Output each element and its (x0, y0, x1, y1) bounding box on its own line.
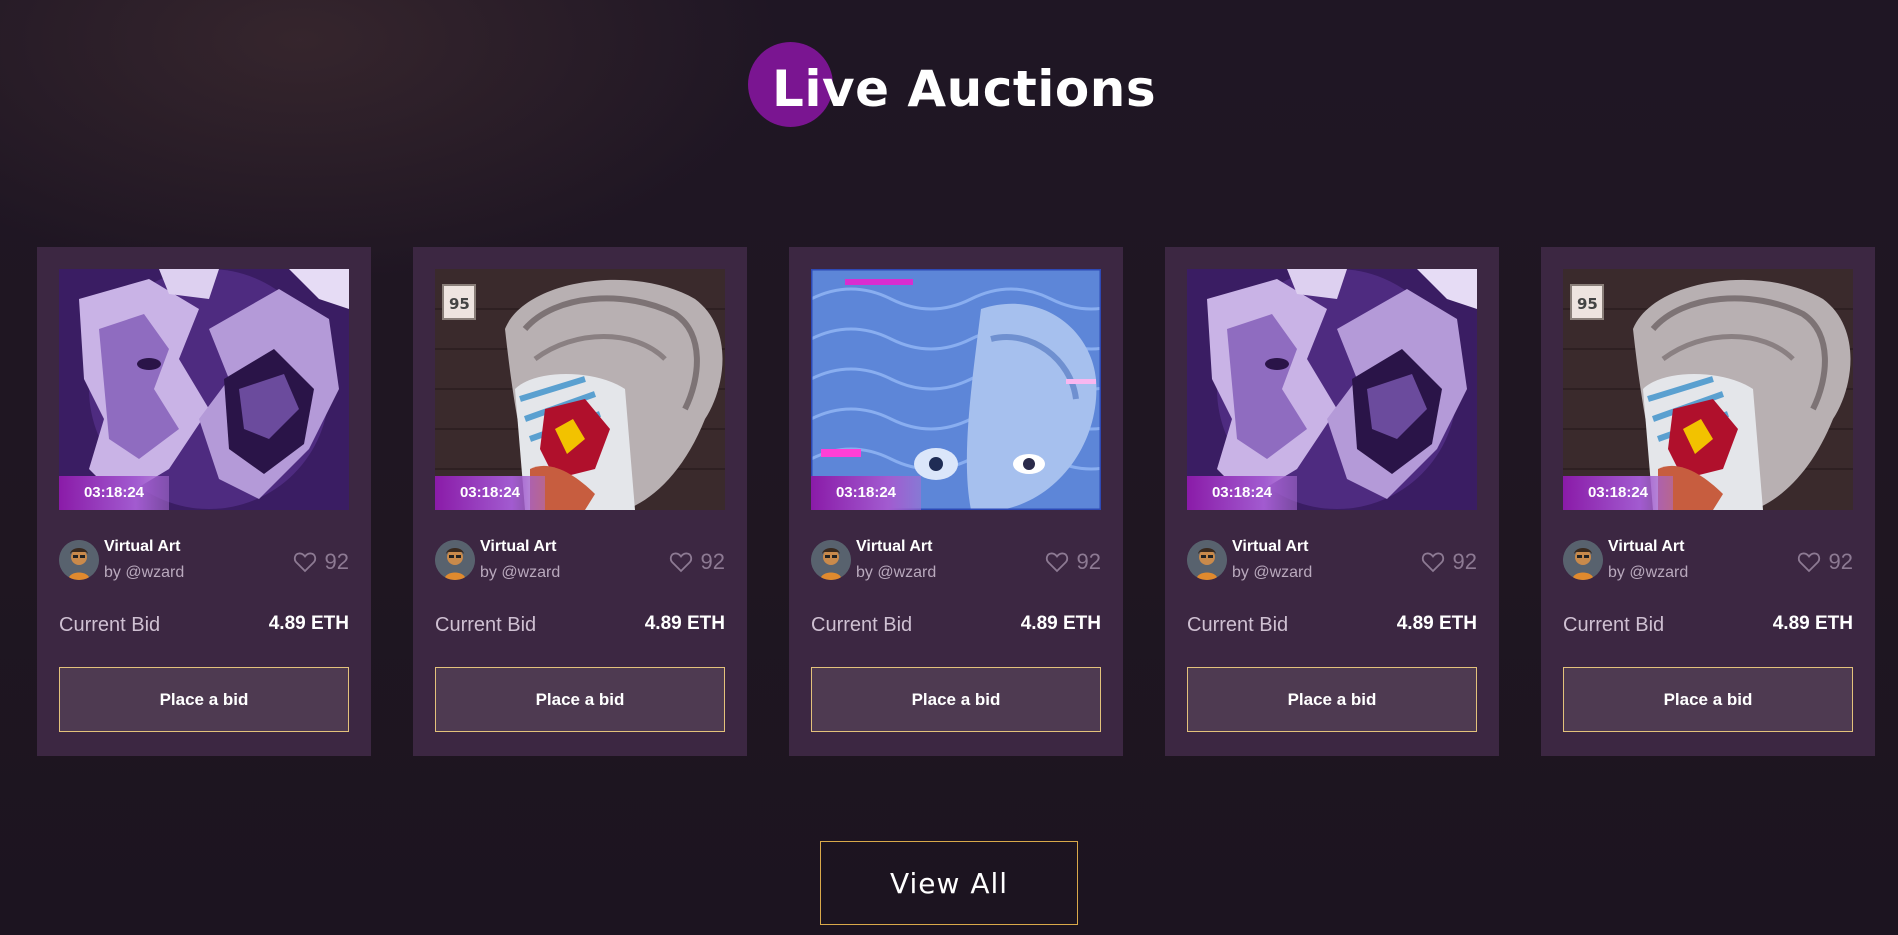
art-badge-95: 95 (1577, 295, 1598, 313)
current-bid-row: Current Bid 4.89 ETH (59, 612, 349, 642)
artwork-title: Virtual Art (104, 538, 181, 555)
auction-card: 95 03:18:24 Virtual Art by @wzard 92 Cur… (413, 247, 747, 756)
auction-card: 95 03:18:24 Virtual Art by @wzard 92 Cur… (1541, 247, 1875, 756)
like-button[interactable]: 92 (1045, 549, 1101, 575)
like-count: 92 (1076, 549, 1101, 574)
artwork-meta: Virtual Art by @wzard 92 (1187, 538, 1477, 584)
creator-handle[interactable]: by @wzard (856, 564, 936, 582)
auction-card: 03:18:24 Virtual Art by @wzard 92 Curren… (789, 247, 1123, 756)
current-bid-row: Current Bid 4.89 ETH (1563, 612, 1853, 642)
like-button[interactable]: 92 (669, 549, 725, 575)
artwork-meta: Virtual Art by @wzard 92 (59, 538, 349, 584)
artwork-image[interactable]: 03:18:24 (811, 269, 1101, 510)
heart-icon (293, 551, 317, 573)
like-count: 92 (1828, 549, 1853, 574)
like-count: 92 (700, 549, 725, 574)
place-bid-button[interactable]: Place a bid (1187, 667, 1477, 732)
current-bid-label: Current Bid (59, 614, 161, 636)
place-bid-button[interactable]: Place a bid (811, 667, 1101, 732)
current-bid-row: Current Bid 4.89 ETH (1187, 612, 1477, 642)
current-bid-label: Current Bid (435, 614, 537, 636)
heart-icon (1045, 551, 1069, 573)
artwork-image[interactable]: 03:18:24 (59, 269, 349, 510)
creator-handle[interactable]: by @wzard (1232, 564, 1312, 582)
heart-icon (1421, 551, 1445, 573)
avatar[interactable] (811, 540, 851, 580)
like-button[interactable]: 92 (293, 549, 349, 575)
like-count: 92 (324, 549, 349, 574)
current-bid-value: 4.89 ETH (1396, 613, 1477, 634)
section-header: Live Auctions (748, 42, 1168, 142)
artwork-title: Virtual Art (856, 538, 933, 555)
place-bid-button[interactable]: Place a bid (435, 667, 725, 732)
avatar[interactable] (1563, 540, 1603, 580)
artwork-title: Virtual Art (1232, 538, 1309, 555)
like-count: 92 (1452, 549, 1477, 574)
avatar[interactable] (435, 540, 475, 580)
creator-handle[interactable]: by @wzard (1608, 564, 1688, 582)
auction-card: 03:18:24 Virtual Art by @wzard 92 Curren… (1165, 247, 1499, 756)
avatar[interactable] (1187, 540, 1227, 580)
current-bid-label: Current Bid (811, 614, 913, 636)
current-bid-value: 4.89 ETH (644, 613, 725, 634)
art-badge-95: 95 (449, 295, 470, 313)
current-bid-value: 4.89 ETH (1020, 613, 1101, 634)
place-bid-button[interactable]: Place a bid (59, 667, 349, 732)
countdown-timer: 03:18:24 (1563, 476, 1673, 510)
heart-icon (669, 551, 693, 573)
auction-card: 03:18:24 Virtual Art by @wzard 92 Curren… (37, 247, 371, 756)
artwork-meta: Virtual Art by @wzard 92 (435, 538, 725, 584)
avatar[interactable] (59, 540, 99, 580)
current-bid-label: Current Bid (1187, 614, 1289, 636)
creator-handle[interactable]: by @wzard (480, 564, 560, 582)
artwork-image[interactable]: 03:18:24 (1187, 269, 1477, 510)
artwork-title: Virtual Art (1608, 538, 1685, 555)
countdown-timer: 03:18:24 (435, 476, 545, 510)
artwork-image[interactable]: 95 03:18:24 (1563, 269, 1853, 510)
artwork-title: Virtual Art (480, 538, 557, 555)
countdown-timer: 03:18:24 (59, 476, 169, 510)
heart-icon (1797, 551, 1821, 573)
countdown-timer: 03:18:24 (811, 476, 921, 510)
artwork-image[interactable]: 95 03:18:24 (435, 269, 725, 510)
place-bid-button[interactable]: Place a bid (1563, 667, 1853, 732)
view-all-button[interactable]: View All (820, 841, 1078, 925)
current-bid-value: 4.89 ETH (268, 613, 349, 634)
section-title: Live Auctions (772, 60, 1157, 118)
current-bid-label: Current Bid (1563, 614, 1665, 636)
current-bid-row: Current Bid 4.89 ETH (435, 612, 725, 642)
artwork-meta: Virtual Art by @wzard 92 (811, 538, 1101, 584)
creator-handle[interactable]: by @wzard (104, 564, 184, 582)
auction-card-list: 03:18:24 Virtual Art by @wzard 92 Curren… (37, 247, 1875, 756)
like-button[interactable]: 92 (1797, 549, 1853, 575)
current-bid-value: 4.89 ETH (1772, 613, 1853, 634)
artwork-meta: Virtual Art by @wzard 92 (1563, 538, 1853, 584)
like-button[interactable]: 92 (1421, 549, 1477, 575)
countdown-timer: 03:18:24 (1187, 476, 1297, 510)
current-bid-row: Current Bid 4.89 ETH (811, 612, 1101, 642)
